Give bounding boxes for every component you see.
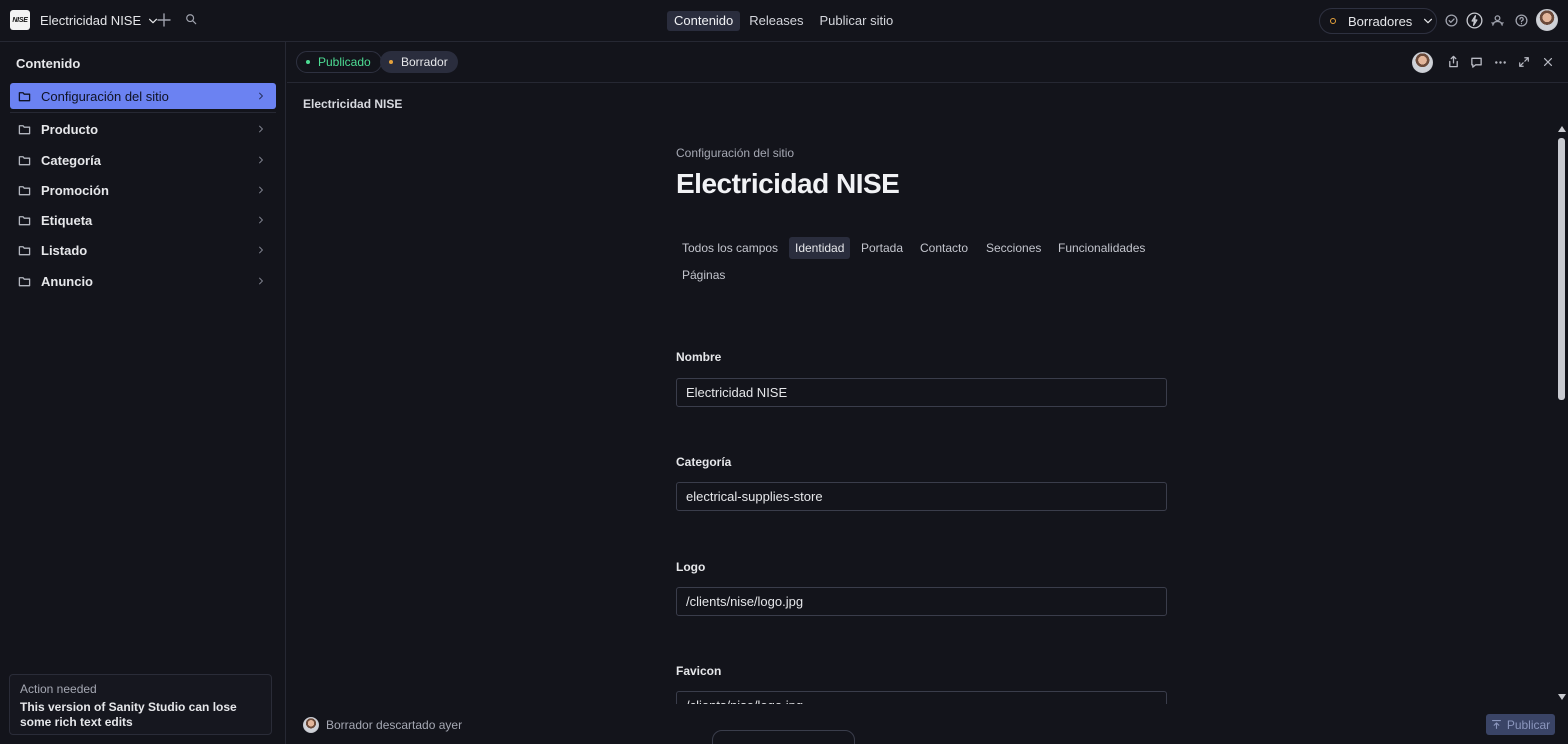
folder-icon: [18, 276, 31, 286]
draft-indicator-icon: [1330, 18, 1336, 24]
logo-text: NISE: [12, 16, 28, 24]
action-needed-notice[interactable]: Action needed This version of Sanity Stu…: [9, 674, 272, 735]
sidebar-item-configuracion[interactable]: Configuración del sitio: [10, 83, 276, 109]
sidebar-item-etiqueta[interactable]: Etiqueta: [10, 207, 276, 233]
tab-portada[interactable]: Portada: [855, 237, 909, 259]
sidebar-item-label: Listado: [41, 242, 88, 258]
document-status: Borrador descartado ayer: [303, 717, 462, 733]
nav-tab-releases[interactable]: Releases: [742, 11, 810, 31]
document-type-label: Configuración del sitio: [676, 146, 795, 160]
floating-toolbar: [712, 730, 855, 744]
notice-body: This version of Sanity Studio can lose s…: [20, 700, 237, 729]
folder-icon: [18, 155, 31, 165]
tab-identidad[interactable]: Identidad: [789, 237, 851, 259]
editor-avatar[interactable]: [1412, 52, 1433, 73]
chevron-right-icon: [259, 92, 263, 100]
field-label-favicon: Favicon: [676, 664, 722, 678]
categoria-input[interactable]: [676, 482, 1167, 511]
scroll-down-icon[interactable]: [1558, 694, 1566, 700]
sidebar-item-label: Producto: [41, 121, 99, 137]
chevron-right-icon: [259, 246, 263, 254]
tab-paginas[interactable]: Páginas: [676, 264, 731, 286]
favicon-input[interactable]: [676, 691, 1167, 704]
workspace-logo[interactable]: NISE: [10, 10, 30, 30]
sidebar-item-listado[interactable]: Listado: [10, 237, 276, 263]
plus-icon[interactable]: [157, 13, 171, 27]
sidebar-item-categoria[interactable]: Categoría: [10, 147, 276, 173]
sidebar-item-label: Promoción: [41, 182, 109, 198]
scroll-thumb[interactable]: [1558, 138, 1565, 400]
perspective-selector[interactable]: Borradores: [1319, 8, 1437, 34]
form-scrollbar[interactable]: [1555, 124, 1568, 704]
tab-contacto[interactable]: Contacto: [914, 237, 974, 259]
structure-sidebar: Contenido Configuración del sitio Produc…: [0, 42, 286, 744]
field-label-logo: Logo: [676, 560, 706, 574]
document-pane-header: Publicado Borrador: [287, 42, 1568, 83]
share-icon[interactable]: [1447, 55, 1460, 68]
top-bar: NISE Electricidad NISE Contenido Release…: [0, 0, 1568, 42]
perspective-label: Borradores: [1348, 13, 1413, 29]
more-icon[interactable]: [1494, 56, 1507, 69]
chevron-right-icon: [259, 216, 263, 224]
status-published-badge[interactable]: Publicado: [296, 51, 382, 73]
nombre-input[interactable]: [676, 378, 1167, 407]
status-draft-badge[interactable]: Borrador: [380, 51, 458, 73]
sidebar-item-label: Configuración del sitio: [41, 88, 169, 104]
publish-label: Publicar: [1506, 717, 1551, 732]
sidebar-title: Contenido: [16, 56, 81, 71]
nav-tab-contenido[interactable]: Contenido: [667, 11, 741, 31]
sidebar-item-label: Categoría: [41, 152, 101, 168]
folder-icon: [18, 215, 31, 225]
document-footer: Borrador descartado ayer Publicar: [287, 704, 1568, 744]
folder-icon: [18, 185, 31, 195]
tab-todos-los-campos[interactable]: Todos los campos: [676, 237, 784, 259]
publish-button[interactable]: Publicar: [1486, 714, 1555, 735]
field-label-nombre: Nombre: [676, 350, 722, 364]
workspace-name: Electricidad NISE: [40, 13, 142, 28]
logo-input[interactable]: [676, 587, 1167, 616]
document-status-text: Borrador descartado ayer: [326, 718, 463, 732]
sidebar-item-label: Etiqueta: [41, 212, 93, 228]
workspace-switcher[interactable]: Electricidad NISE: [40, 13, 159, 28]
document-title: Electricidad NISE: [676, 168, 900, 199]
folder-icon: [18, 124, 31, 134]
draft-dot-icon: [389, 60, 393, 64]
lightning-icon[interactable]: [1466, 12, 1483, 29]
check-circle-icon[interactable]: [1445, 14, 1458, 27]
folder-icon: [18, 91, 31, 101]
sidebar-item-anuncio[interactable]: Anuncio: [10, 268, 276, 294]
chevron-right-icon: [259, 156, 263, 164]
chevron-down-icon: [1424, 18, 1433, 24]
expand-icon[interactable]: [1518, 56, 1530, 68]
scroll-up-icon[interactable]: [1558, 126, 1566, 132]
nav-tab-publicar-sitio[interactable]: Publicar sitio: [812, 11, 900, 31]
field-label-categoria: Categoría: [676, 455, 732, 469]
close-icon[interactable]: [1542, 56, 1554, 68]
status-draft-label: Borrador: [401, 55, 448, 69]
user-avatar[interactable]: [1536, 9, 1558, 31]
folder-icon: [18, 245, 31, 255]
status-published-label: Publicado: [318, 55, 371, 69]
chevron-right-icon: [259, 186, 263, 194]
notice-title: Action needed: [20, 682, 97, 696]
help-icon[interactable]: [1515, 14, 1528, 27]
publish-icon: [1491, 720, 1501, 729]
users-icon[interactable]: [1491, 14, 1504, 27]
tab-secciones[interactable]: Secciones: [980, 237, 1047, 259]
status-avatar: [303, 717, 319, 733]
chevron-right-icon: [259, 125, 263, 133]
comment-icon[interactable]: [1470, 56, 1483, 69]
chevron-right-icon: [259, 277, 263, 285]
tab-funcionalidades[interactable]: Funcionalidades: [1052, 237, 1151, 259]
sidebar-divider: [10, 112, 276, 113]
published-dot-icon: [306, 60, 310, 64]
sidebar-item-label: Anuncio: [41, 273, 93, 289]
sidebar-item-producto[interactable]: Producto: [10, 116, 276, 142]
search-icon[interactable]: [185, 13, 197, 25]
sidebar-item-promocion[interactable]: Promoción: [10, 177, 276, 203]
document-form: Configuración del sitio Electricidad NIS…: [287, 84, 1555, 704]
main-nav: Contenido Releases Publicar sitio: [667, 11, 900, 31]
